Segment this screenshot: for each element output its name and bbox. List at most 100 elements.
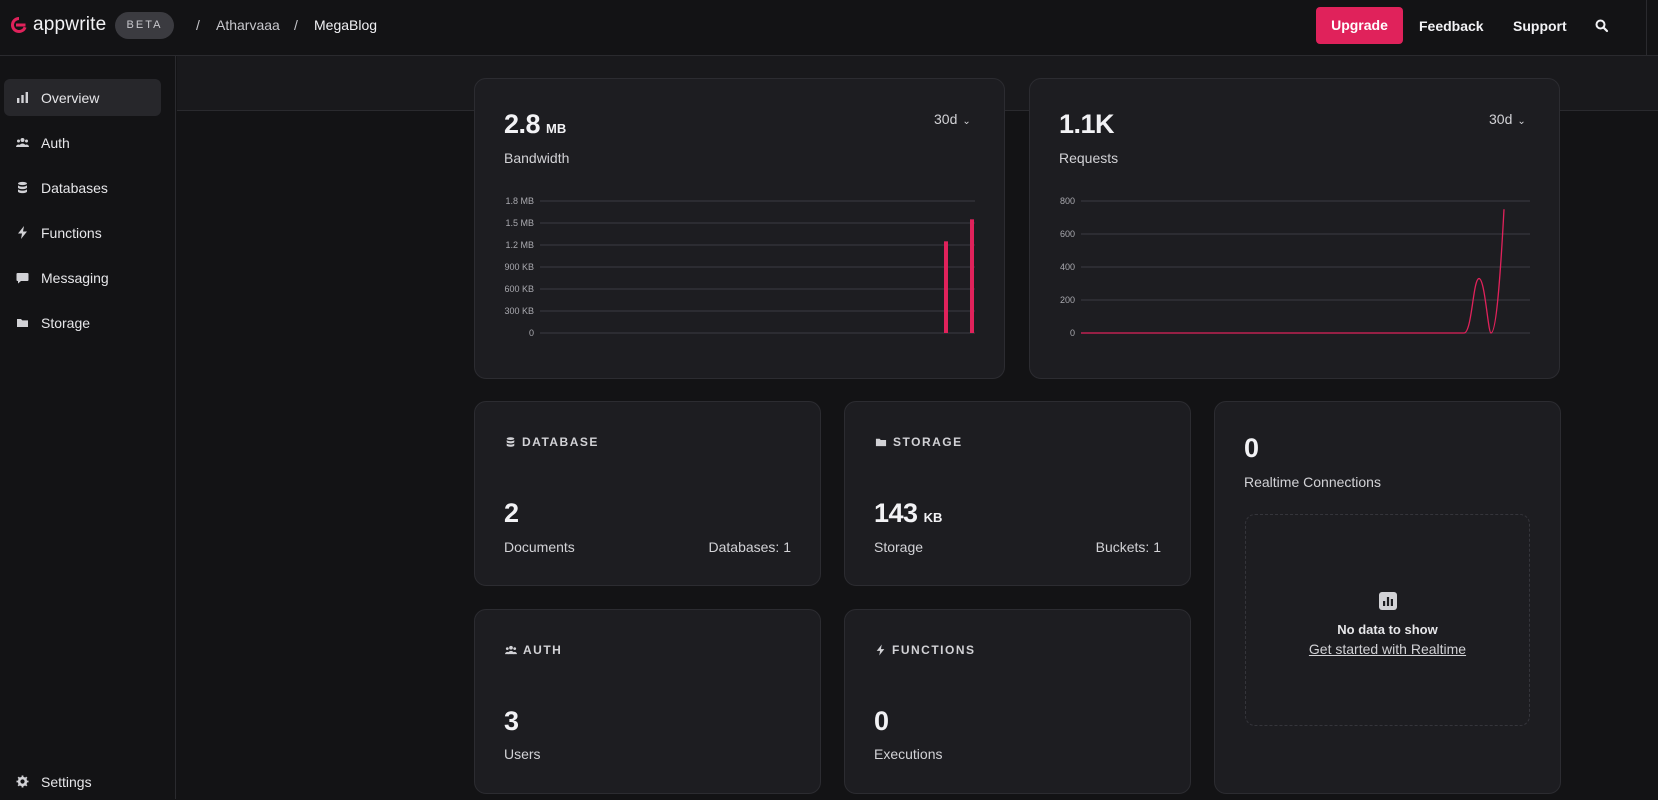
sidebar-item-databases[interactable]: Databases [4, 169, 161, 206]
breadcrumb-separator: / [196, 17, 200, 33]
bandwidth-bar [944, 241, 948, 333]
executions-value: 0 [874, 706, 889, 736]
section-title-text: DATABASE [522, 435, 599, 449]
appwrite-logo-icon [10, 16, 27, 33]
folder-icon [875, 438, 887, 447]
scrollbar-track [1646, 0, 1647, 56]
lightning-icon [16, 226, 29, 239]
section-title-text: STORAGE [893, 435, 963, 449]
documents-value: 2 [504, 498, 519, 528]
search-icon[interactable] [1594, 18, 1610, 34]
bandwidth-bar [970, 219, 974, 333]
section-title-text: AUTH [523, 643, 563, 657]
requests-range-select[interactable]: 30d ⌄ [1489, 111, 1526, 127]
y-tick-label: 0 [1070, 328, 1075, 338]
databases-count: Databases: 1 [708, 539, 792, 555]
users-icon [505, 645, 517, 655]
sidebar-item-label: Settings [41, 773, 92, 790]
sidebar-item-auth[interactable]: Auth [4, 124, 161, 161]
bandwidth-chart: 1.8 MB 1.5 MB 1.2 MB 900 KB 600 KB 300 K… [504, 196, 975, 338]
y-tick-label: 400 [1060, 262, 1075, 272]
storage-value: 143 KB [874, 498, 942, 529]
requests-card: 1.1K Requests 30d ⌄ 800 600 400 200 0 [1029, 78, 1560, 379]
auth-title: AUTH [505, 643, 562, 657]
sidebar-item-label: Auth [41, 134, 70, 151]
sidebar-item-settings[interactable]: Settings [4, 763, 161, 800]
sidebar-item-label: Overview [41, 89, 100, 106]
gear-icon [16, 775, 29, 788]
database-card[interactable]: DATABASE 2 Documents Databases: 1 [474, 401, 821, 586]
bandwidth-number: 2.8 [504, 109, 541, 139]
executions-label: Executions [874, 746, 943, 762]
database-icon [16, 181, 29, 194]
y-tick-label: 800 [1060, 196, 1075, 206]
storage-card[interactable]: STORAGE 143 KB Storage Buckets: 1 [844, 401, 1191, 586]
database-title: DATABASE [505, 435, 599, 449]
breadcrumb-separator: / [294, 17, 298, 33]
y-tick-label: 900 KB [504, 262, 534, 272]
upgrade-button[interactable]: Upgrade [1316, 7, 1403, 44]
auth-card[interactable]: AUTH 3 Users [474, 609, 821, 794]
range-value: 30d [934, 111, 958, 127]
chat-icon [16, 271, 29, 284]
requests-line [1081, 209, 1505, 334]
section-title-text: FUNCTIONS [892, 643, 976, 657]
database-icon [506, 437, 515, 447]
breadcrumb-project[interactable]: MegaBlog [314, 17, 377, 33]
appwrite-logo[interactable]: appwrite [10, 14, 106, 36]
sidebar-item-storage[interactable]: Storage [4, 304, 161, 341]
range-value: 30d [1489, 111, 1513, 127]
bandwidth-value: 2.8 MB [504, 109, 566, 140]
sidebar-item-label: Storage [41, 314, 91, 331]
get-started-realtime-link[interactable]: Get started with Realtime [1246, 641, 1529, 657]
realtime-card: 0 Realtime Connections No data to show G… [1214, 401, 1561, 794]
sidebar-item-label: Messaging [41, 269, 109, 286]
bandwidth-range-select[interactable]: 30d ⌄ [934, 111, 971, 127]
chevron-down-icon: ⌄ [962, 116, 971, 127]
bar-chart-icon [1379, 592, 1397, 610]
bandwidth-label: Bandwidth [504, 150, 570, 166]
documents-label: Documents [504, 539, 575, 555]
realtime-label: Realtime Connections [1244, 474, 1381, 490]
y-tick-label: 600 [1060, 229, 1075, 239]
functions-card[interactable]: FUNCTIONS 0 Executions [844, 609, 1191, 794]
sidebar-item-overview[interactable]: Overview [4, 79, 161, 116]
storage-unit: KB [923, 510, 943, 525]
storage-number: 143 [874, 498, 918, 528]
sidebar: Overview Auth Databases Functions Messag… [0, 56, 176, 799]
sidebar-item-functions[interactable]: Functions [4, 214, 161, 251]
sidebar-item-label: Databases [41, 179, 108, 196]
y-tick-label: 300 KB [504, 306, 534, 316]
sidebar-item-label: Functions [41, 224, 102, 241]
realtime-value: 0 [1244, 433, 1259, 463]
storage-label: Storage [874, 539, 924, 555]
bandwidth-card: 2.8 MB Bandwidth 30d ⌄ 1.8 MB 1.5 MB 1.2 M… [474, 78, 1005, 379]
chevron-down-icon: ⌄ [1517, 116, 1526, 127]
beta-badge: BETA [115, 12, 174, 39]
users-value: 3 [504, 706, 519, 736]
feedback-button[interactable]: Feedback [1419, 18, 1484, 34]
support-button[interactable]: Support [1513, 18, 1567, 34]
y-tick-label: 600 KB [504, 284, 534, 294]
requests-label: Requests [1059, 150, 1119, 166]
requests-chart: 800 600 400 200 0 [1060, 196, 1530, 338]
y-tick-label: 200 [1060, 295, 1075, 305]
buckets-count: Buckets: 1 [1095, 539, 1161, 555]
sidebar-item-messaging[interactable]: Messaging [4, 259, 161, 296]
lightning-icon [876, 644, 885, 656]
breadcrumb-organization[interactable]: Atharvaaa [216, 17, 280, 33]
y-tick-label: 1.5 MB [505, 218, 534, 228]
storage-title: STORAGE [875, 435, 963, 449]
bar-chart-icon [16, 91, 29, 104]
realtime-empty-state: No data to show Get started with Realtim… [1245, 514, 1530, 726]
users-label: Users [504, 746, 541, 762]
empty-state-title: No data to show [1337, 622, 1438, 637]
y-tick-label: 0 [529, 328, 534, 338]
brand-name: appwrite [33, 14, 107, 35]
functions-title: FUNCTIONS [875, 643, 976, 657]
requests-value: 1.1K [1059, 109, 1115, 139]
folder-icon [16, 316, 29, 329]
users-icon [16, 136, 29, 149]
top-bar: appwrite BETA / Atharvaaa / MegaBlog Upg… [0, 0, 1658, 56]
bandwidth-unit: MB [546, 121, 567, 136]
